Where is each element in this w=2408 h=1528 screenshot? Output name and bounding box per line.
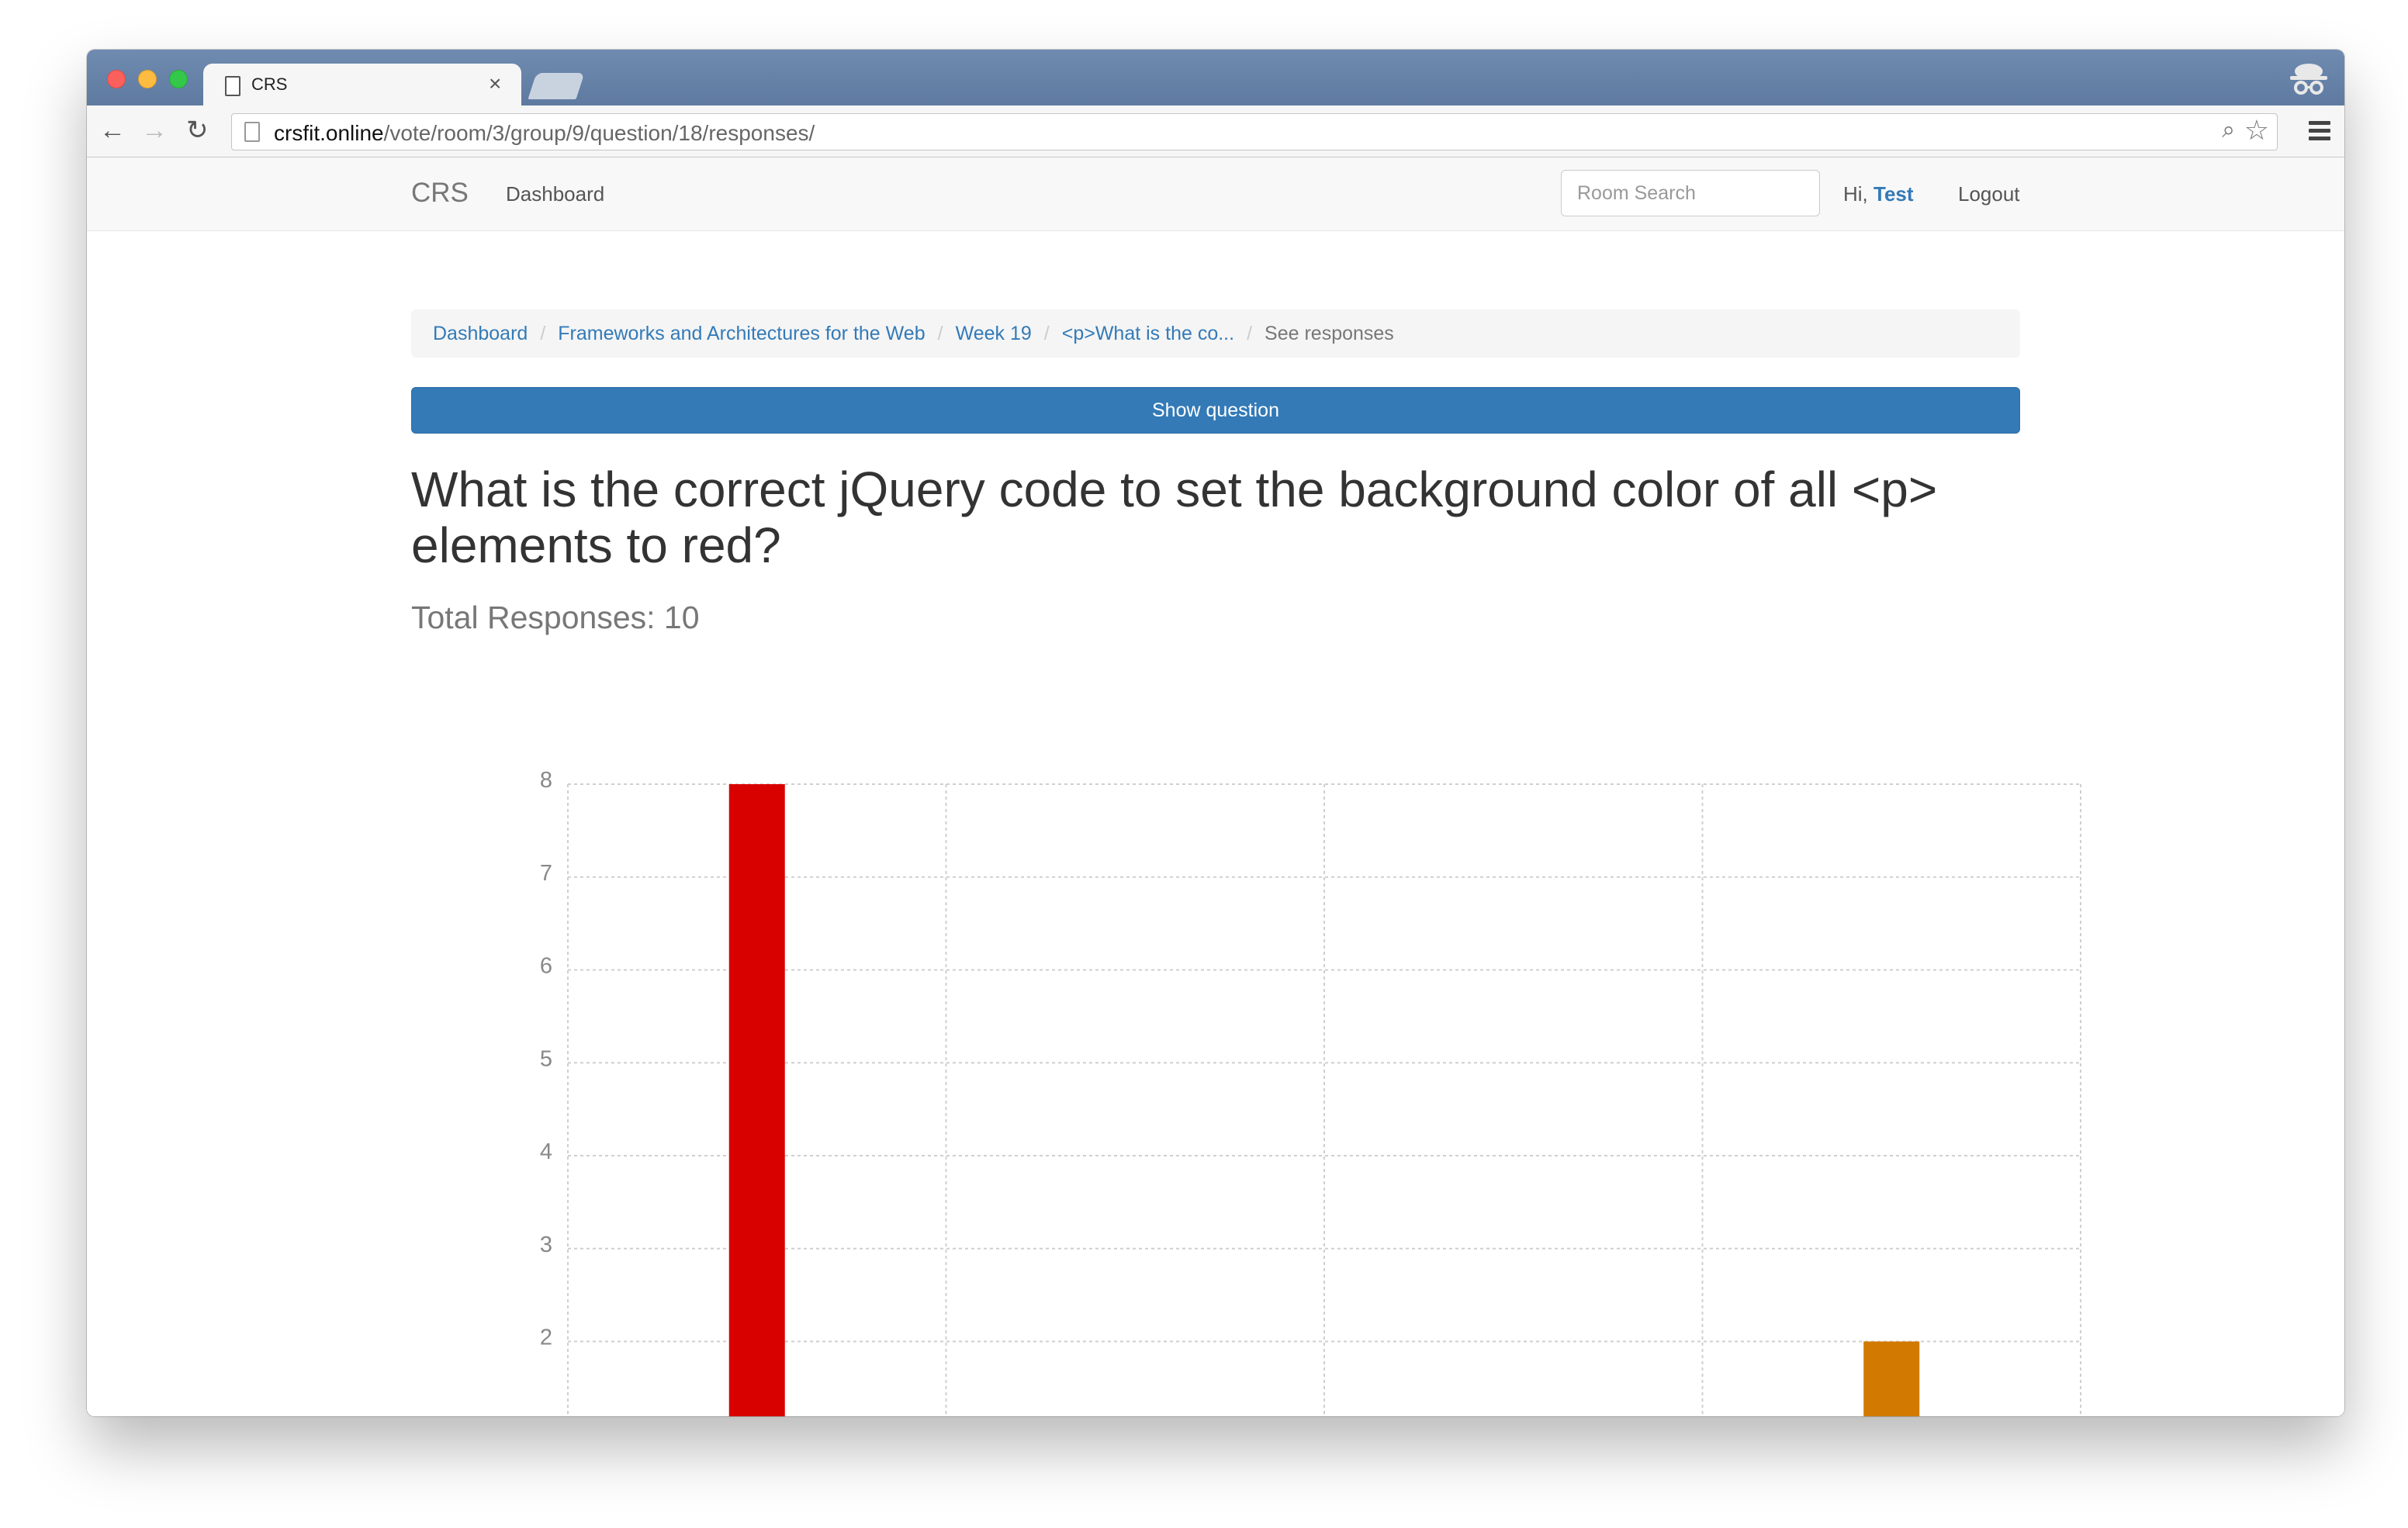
bar xyxy=(1863,1341,1920,1416)
page-info-icon xyxy=(244,122,260,142)
new-tab-button[interactable] xyxy=(528,73,585,99)
bookmark-star-icon[interactable]: ☆ xyxy=(2244,114,2269,147)
total-responses-value: 10 xyxy=(663,600,700,635)
window-maximize-button[interactable] xyxy=(169,70,188,88)
y-tick-label: 8 xyxy=(540,768,552,793)
y-tick-label: 4 xyxy=(540,1139,552,1164)
incognito-icon xyxy=(2290,64,2327,95)
nav-dashboard-link[interactable]: Dashboard xyxy=(506,182,604,206)
breadcrumb-separator: / xyxy=(1247,322,1253,344)
y-tick-label: 2 xyxy=(540,1326,552,1350)
total-responses: Total Responses: 10 xyxy=(411,600,700,636)
browser-toolbar: ← → ↻ crsfit.online/vote/room/3/group/9/… xyxy=(87,105,2344,157)
logout-link[interactable]: Logout xyxy=(1958,182,2020,206)
page-content: CRS Dashboard Hi, Test Logout Dashboard … xyxy=(87,157,2344,1416)
breadcrumb: Dashboard / Frameworks and Architectures… xyxy=(411,309,2020,358)
tab-close-icon[interactable]: × xyxy=(489,71,501,96)
site-navbar: CRS Dashboard Hi, Test Logout xyxy=(87,157,2344,231)
breadcrumb-question[interactable]: <p>What is the co... xyxy=(1062,323,1234,345)
url-host: crsfit.online xyxy=(274,121,384,145)
responses-bar-chart: 012345678$("p").css("background-color","… xyxy=(540,768,2081,1416)
room-search-input[interactable] xyxy=(1561,170,1820,216)
menu-icon[interactable] xyxy=(2309,121,2330,144)
zoom-icon[interactable]: ⌕ xyxy=(2222,117,2235,143)
show-question-button[interactable]: Show question xyxy=(411,387,2020,434)
bar xyxy=(728,784,785,1416)
greeting: Hi, Test xyxy=(1843,182,1914,206)
browser-window: CRS × ← → ↻ crsfit.online/vote/room/3/gr… xyxy=(87,50,2344,1416)
tab-bar: CRS × xyxy=(87,50,2344,107)
page-icon xyxy=(225,76,240,96)
breadcrumb-separator: / xyxy=(1043,322,1050,344)
breadcrumb-separator: / xyxy=(540,322,546,344)
window-minimize-button[interactable] xyxy=(138,70,157,88)
breadcrumb-group[interactable]: Week 19 xyxy=(956,323,1032,345)
browser-tab[interactable]: CRS × xyxy=(203,64,521,107)
breadcrumb-room[interactable]: Frameworks and Architectures for the Web xyxy=(558,323,925,345)
y-tick-label: 3 xyxy=(540,1232,552,1257)
reload-icon[interactable]: ↻ xyxy=(186,116,209,144)
window-close-button[interactable] xyxy=(107,70,126,88)
back-icon[interactable]: ← xyxy=(99,116,126,144)
username-link[interactable]: Test xyxy=(1873,182,1914,206)
breadcrumb-dashboard[interactable]: Dashboard xyxy=(433,323,528,345)
total-responses-label: Total Responses: xyxy=(411,600,656,635)
breadcrumb-separator: / xyxy=(937,322,943,344)
breadcrumb-current: See responses xyxy=(1265,322,1394,344)
y-tick-label: 6 xyxy=(540,954,552,979)
url-text: crsfit.online/vote/room/3/group/9/questi… xyxy=(274,121,815,146)
forward-icon[interactable]: → xyxy=(141,116,168,144)
y-tick-label: 5 xyxy=(540,1046,552,1071)
url-path: /vote/room/3/group/9/question/18/respons… xyxy=(383,121,815,145)
tab-title: CRS xyxy=(251,74,288,94)
brand-link[interactable]: CRS xyxy=(411,178,469,209)
question-title: What is the correct jQuery code to set t… xyxy=(411,462,1938,573)
greeting-text: Hi, xyxy=(1843,182,1868,206)
address-bar[interactable]: crsfit.online/vote/room/3/group/9/questi… xyxy=(231,113,2278,150)
y-tick-label: 7 xyxy=(540,861,552,886)
